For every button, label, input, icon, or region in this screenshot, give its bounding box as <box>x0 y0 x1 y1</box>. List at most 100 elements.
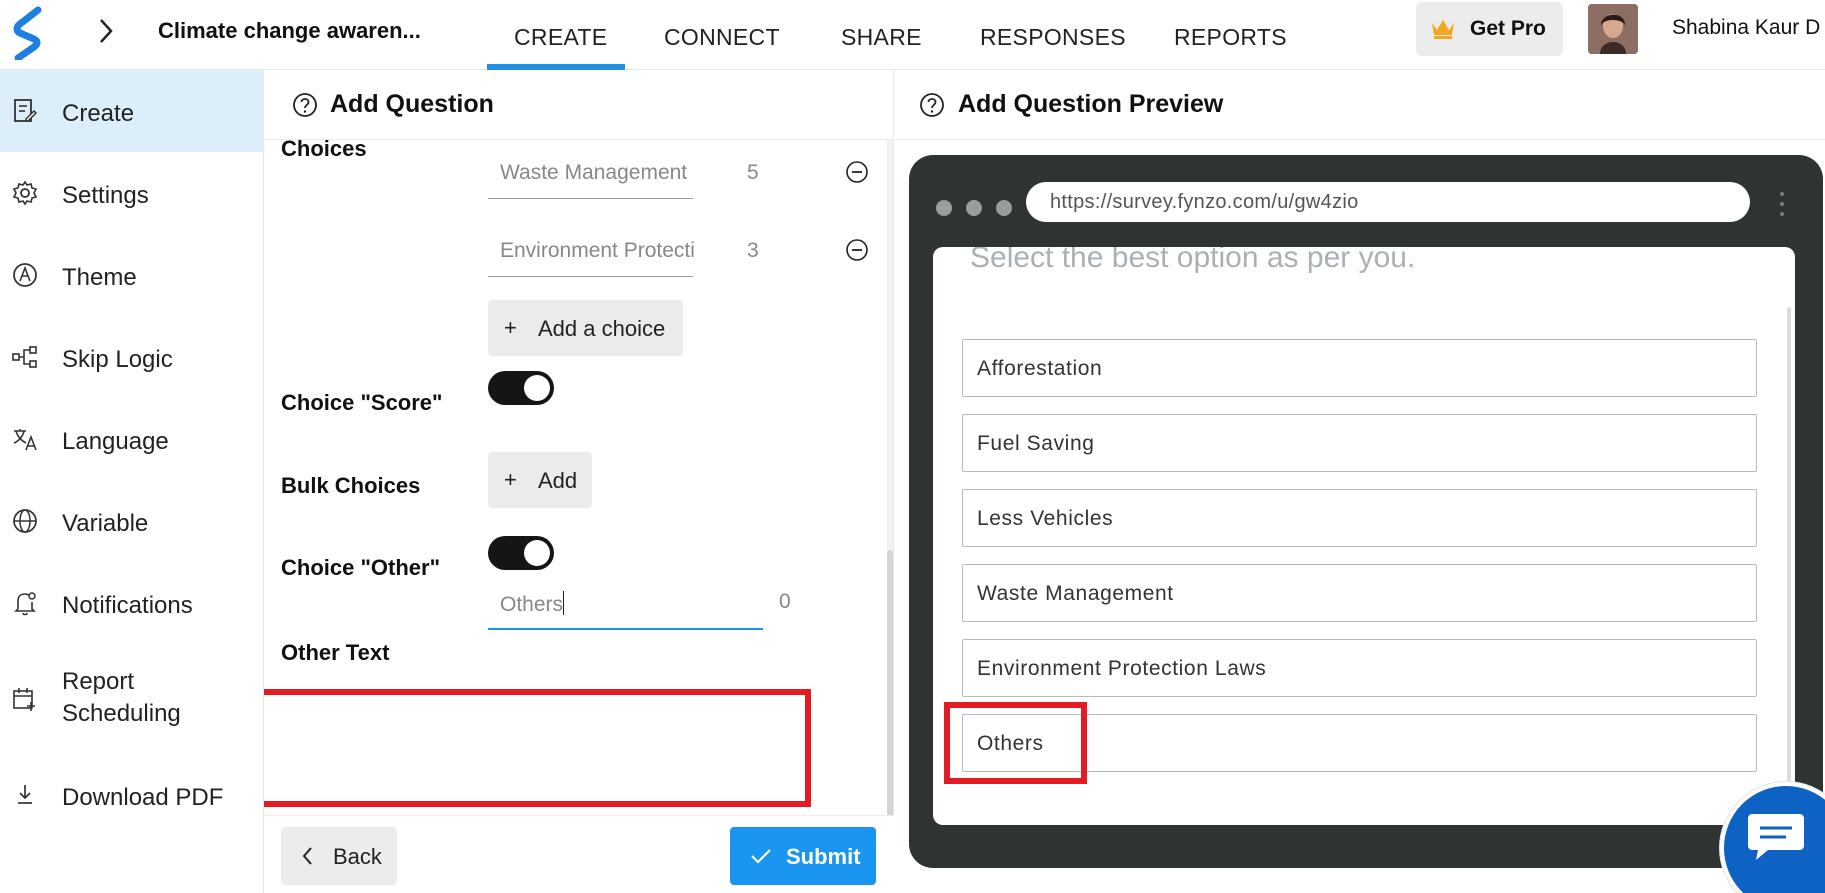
choice-value: Environment Protecti <box>500 239 695 262</box>
sidebar-item-label: Language <box>62 428 169 455</box>
check-icon <box>751 849 771 864</box>
download-icon <box>18 785 32 804</box>
submit-button[interactable]: Submit <box>730 827 876 885</box>
add-choice-label: Add a choice <box>538 316 666 341</box>
option-waste-management[interactable]: Waste Management <box>962 564 1757 622</box>
crown-icon <box>1432 20 1454 39</box>
window-dot <box>966 200 982 216</box>
user-name[interactable]: Shabina Kaur D <box>1672 16 1820 40</box>
help-circle-icon <box>293 93 317 117</box>
url-bar[interactable]: https://survey.fynzo.com/u/gw4zio <box>1026 182 1750 222</box>
gear-icon <box>12 180 38 206</box>
url-text: https://survey.fynzo.com/u/gw4zio <box>1050 191 1359 213</box>
window-dot <box>996 200 1012 216</box>
editor-scrollbar[interactable] <box>887 140 893 816</box>
sidebar-item-report-scheduling[interactable]: Report Scheduling <box>0 644 264 748</box>
other-text-count: 0 <box>779 590 791 613</box>
back-label: Back <box>333 844 382 869</box>
sidebar-item-settings[interactable]: Settings <box>0 152 264 234</box>
choice-input[interactable]: Environment Protecti <box>488 219 695 277</box>
option-label: Environment Protection Laws <box>977 657 1267 680</box>
translate-icon <box>13 429 37 451</box>
option-fuel-saving[interactable]: Fuel Saving <box>962 414 1757 472</box>
option-afforestation[interactable]: Afforestation <box>962 339 1757 397</box>
option-label: Waste Management <box>977 582 1174 605</box>
plus-icon: + <box>504 467 517 492</box>
toggle-knob <box>524 375 550 401</box>
option-label: Fuel Saving <box>977 432 1095 455</box>
sidebar-item-theme[interactable]: Theme <box>0 234 264 316</box>
submit-label: Submit <box>786 844 861 869</box>
sidebar-item-label: Report Scheduling <box>62 668 181 727</box>
editor-header: Add Question <box>264 70 894 140</box>
choice-other-toggle[interactable] <box>488 536 554 570</box>
get-pro-button[interactable]: Get Pro <box>1416 2 1563 56</box>
sidebar-item-notifications[interactable]: Notifications <box>0 562 264 644</box>
get-pro-label: Get Pro <box>1470 17 1546 40</box>
choice-score[interactable]: 3 <box>747 239 759 263</box>
tab-responses[interactable]: RESPONSES <box>980 24 1126 51</box>
sidebar-item-label: Theme <box>62 264 137 291</box>
editor-footer: Back Submit <box>264 815 894 893</box>
option-label: Afforestation <box>977 357 1103 380</box>
choice-score-toggle[interactable] <box>488 371 554 405</box>
highlight-box <box>264 689 811 807</box>
sidebar-item-language[interactable]: Language <box>0 398 264 480</box>
bulk-choices-label: Bulk Choices <box>281 473 421 498</box>
question-preview-panel: Add Question Preview https://survey.fynz… <box>894 70 1825 893</box>
sidebar: Create Settings Theme Skip Logic Languag… <box>0 70 264 893</box>
top-bar: Climate change awaren... CREATE CONNECT … <box>0 0 1825 70</box>
sidebar-item-variable[interactable]: Variable <box>0 480 264 562</box>
bulk-add-button[interactable]: + Add <box>488 452 592 508</box>
add-choice-button[interactable]: + Add a choice <box>488 300 683 356</box>
bell-icon <box>14 592 36 616</box>
choice-other-label: Choice "Other" <box>281 555 440 580</box>
question-editor-panel: Add Question Choices Waste Management 5 … <box>264 70 894 893</box>
calendar-icon <box>13 688 35 711</box>
survey-preview-page[interactable]: Select the best option as per you. Affor… <box>933 247 1795 825</box>
preview-scrollbar[interactable] <box>1787 307 1791 787</box>
avatar[interactable] <box>1588 4 1638 54</box>
toggle-knob <box>524 540 550 566</box>
project-title[interactable]: Climate change awaren... <box>158 18 421 44</box>
fynzo-logo-icon[interactable] <box>12 6 46 60</box>
sidebar-item-label: Create <box>62 100 135 127</box>
option-environment-protection-laws[interactable]: Environment Protection Laws <box>962 639 1757 697</box>
question-text: Select the best option as per you. <box>970 247 1416 274</box>
choices-label: Choices <box>281 140 367 161</box>
remove-circle-icon[interactable] <box>845 238 869 262</box>
option-label: Less Vehicles <box>977 507 1114 530</box>
sidebar-item-label: Notifications <box>62 592 193 619</box>
back-button[interactable]: Back <box>281 827 397 885</box>
option-less-vehicles[interactable]: Less Vehicles <box>962 489 1757 547</box>
tab-connect[interactable]: CONNECT <box>664 24 780 51</box>
create-form-icon <box>14 99 38 122</box>
tab-reports[interactable]: REPORTS <box>1174 24 1287 51</box>
choice-value: Waste Management <box>500 161 688 184</box>
chevron-left-icon <box>302 847 312 865</box>
sidebar-item-download-pdf[interactable]: Download PDF <box>0 754 264 836</box>
more-vertical-icon[interactable] <box>1779 191 1785 217</box>
sidebar-item-label: Download PDF <box>62 784 224 811</box>
remove-circle-icon[interactable] <box>845 160 869 184</box>
flow-icon <box>12 346 37 368</box>
tab-share[interactable]: SHARE <box>841 24 922 51</box>
theme-icon <box>13 263 37 287</box>
preview-title: Add Question Preview <box>958 90 1224 118</box>
choice-score[interactable]: 5 <box>747 161 759 185</box>
sidebar-item-label: Skip Logic <box>62 346 173 373</box>
editor-scroll-area[interactable]: Choices Waste Management 5 Environment P… <box>264 140 886 815</box>
scrollbar-thumb[interactable] <box>887 550 893 816</box>
chevron-right-icon[interactable] <box>96 16 116 46</box>
choice-input[interactable]: Waste Management <box>488 141 693 199</box>
sidebar-item-label: Variable <box>62 510 149 537</box>
bulk-add-label: Add <box>538 468 578 493</box>
plus-icon: + <box>504 315 517 340</box>
sidebar-item-skip-logic[interactable]: Skip Logic <box>0 316 264 398</box>
sidebar-item-create[interactable]: Create <box>0 70 264 152</box>
browser-frame: https://survey.fynzo.com/u/gw4zio Select… <box>909 155 1823 868</box>
globe-icon <box>13 509 37 533</box>
other-text-input[interactable]: Others <box>488 570 763 630</box>
other-text-value: Others <box>500 591 565 616</box>
tab-create[interactable]: CREATE <box>514 24 607 51</box>
